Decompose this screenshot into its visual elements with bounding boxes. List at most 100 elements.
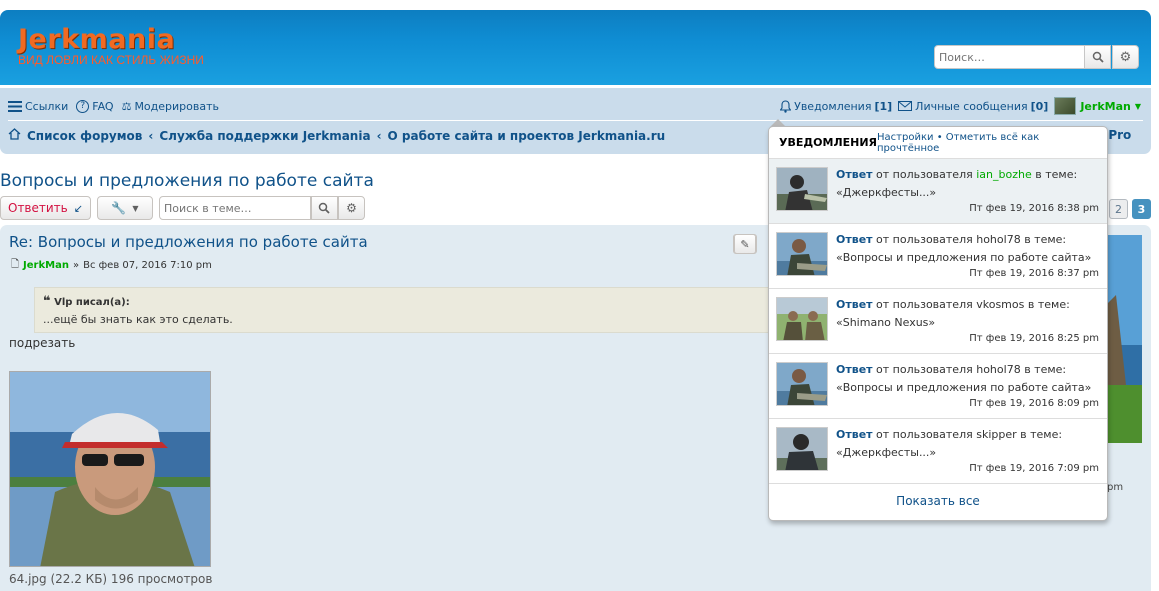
edit-button[interactable]: ✎ (733, 234, 757, 254)
links-label: Ссылки (25, 99, 69, 113)
topic-search-button[interactable] (310, 196, 338, 220)
notification-from: от пользователя (876, 298, 973, 311)
notification-item[interactable]: Ответ от пользователя hohol78 в теме: «В… (769, 354, 1107, 419)
notification-text: Ответ от пользователя skipper в теме: «Д… (836, 426, 1102, 462)
pencil-icon: ✎ (734, 234, 756, 254)
breadcrumb: Список форумов ‹ Служба поддержки Jerkma… (8, 128, 665, 143)
quote-cite: ❝ Vlp писал(а): (43, 294, 765, 309)
notification-topic: «Вопросы и предложения по работе сайта» (836, 381, 1092, 394)
page-link[interactable]: 2 (1109, 199, 1128, 219)
messages-count: [0] (1030, 99, 1049, 113)
gear-icon: ⚙ (346, 201, 357, 215)
post-author[interactable]: JerkMan (23, 260, 69, 271)
header-advanced-search-button[interactable]: ⚙ (1112, 45, 1139, 69)
reply-arrow-icon: ↙ (73, 201, 83, 215)
links-menu[interactable]: Ссылки (8, 100, 68, 113)
reply-label: Ответить (8, 201, 68, 215)
notification-time: Пт фев 19, 2016 8:37 pm (969, 268, 1099, 279)
notifications-dropdown: УВЕДОМЛЕНИЯ Настройки • Отметить всё как… (768, 126, 1108, 521)
page-title[interactable]: Вопросы и предложения по работе сайта (0, 171, 374, 191)
bell-icon (780, 99, 792, 113)
caret-down-icon: ▼ (132, 203, 139, 213)
header-search-button[interactable] (1084, 45, 1111, 69)
header-search-input[interactable] (934, 45, 1085, 69)
notification-kind: Ответ (836, 428, 873, 441)
notifications-toggle[interactable]: Уведомления [1] (780, 100, 892, 113)
notification-settings-link[interactable]: Настройки (877, 132, 933, 143)
faq-link[interactable]: ? FAQ (76, 99, 114, 113)
notification-user[interactable]: skipper (976, 428, 1016, 441)
breadcrumb-site-work[interactable]: О работе сайта и проектов Jerkmania.ru (388, 129, 666, 143)
notification-in: в теме: (1035, 168, 1078, 181)
notification-text: Ответ от пользователя ian_bozhe в теме: … (836, 166, 1102, 202)
topic-advanced-search-button[interactable]: ⚙ (337, 196, 365, 220)
post-buttons: ✎ (733, 234, 757, 254)
action-bar: Ответить ↙ 🔧 ▼ ⚙ (0, 196, 365, 220)
avatar (1054, 97, 1077, 115)
quote-block: ❝ Vlp писал(а): ...ещё бы знать как это … (34, 287, 774, 333)
notifications-count: [1] (874, 99, 893, 113)
notification-user[interactable]: ian_bozhe (976, 168, 1032, 181)
notification-user[interactable]: vkosmos (976, 298, 1024, 311)
post-meta: 🗋 JerkMan » Вс фев 07, 2016 7:10 pm (11, 257, 212, 274)
messages-link[interactable]: Личные сообщения [0] (898, 100, 1048, 113)
breadcrumb-support[interactable]: Служба поддержки Jerkmania (159, 129, 370, 143)
site-logo[interactable]: Jerkmania ВИД ЛОВЛИ КАК СТИЛЬ ЖИЗНИ (18, 24, 204, 68)
notifications-header: УВЕДОМЛЕНИЯ Настройки • Отметить всё как… (769, 127, 1107, 159)
attachment-caption: 64.jpg (22.2 КБ) 196 просмотров (9, 572, 213, 586)
notification-item[interactable]: Ответ от пользователя skipper в теме: «Д… (769, 419, 1107, 484)
notification-item[interactable]: Ответ от пользователя ian_bozhe в теме: … (769, 159, 1107, 224)
notification-topic: «Вопросы и предложения по работе сайта» (836, 251, 1092, 264)
pagination: 2 3 (1109, 199, 1151, 219)
user-profile-menu[interactable]: JerkMan ▼ (1054, 97, 1141, 115)
notification-item[interactable]: Ответ от пользователя hohol78 в теме: «В… (769, 224, 1107, 289)
notification-item[interactable]: Ответ от пользователя vkosmos в теме: «S… (769, 289, 1107, 354)
topic-search-input[interactable] (158, 196, 311, 220)
notification-user[interactable]: hohol78 (976, 233, 1020, 246)
side-time: pm (1107, 482, 1124, 493)
home-icon (8, 128, 21, 143)
logo-tagline: ВИД ЛОВЛИ КАК СТИЛЬ ЖИЗНИ (18, 53, 204, 67)
notification-avatar (776, 297, 828, 341)
faq-label: FAQ (92, 99, 114, 113)
notification-user[interactable]: hohol78 (976, 363, 1020, 376)
notification-from: от пользователя (876, 233, 973, 246)
notification-kind: Ответ (836, 363, 873, 376)
notification-kind: Ответ (836, 233, 873, 246)
question-icon: ? (76, 99, 90, 113)
breadcrumb-separator: ‹ (376, 128, 382, 143)
show-all-notifications-link[interactable]: Показать все (769, 484, 1107, 518)
notification-in: в теме: (1020, 428, 1063, 441)
notifications-title: УВЕДОМЛЕНИЯ (779, 136, 878, 149)
site-header: Jerkmania ВИД ЛОВЛИ КАК СТИЛЬ ЖИЗНИ ⚙ (0, 10, 1151, 85)
topic-tools-button[interactable]: 🔧 ▼ (96, 196, 153, 220)
notification-in: в теме: (1027, 298, 1070, 311)
attachment-image[interactable] (9, 371, 211, 567)
notification-from: от пользователя (876, 428, 973, 441)
post-body: подрезать (9, 336, 76, 350)
topic-search: ⚙ (158, 196, 365, 220)
hamburger-icon (8, 100, 22, 112)
breadcrumb-forum-index[interactable]: Список форумов (27, 129, 142, 143)
quote-text: ...ещё бы знать как это сделать. (43, 313, 233, 326)
post-title[interactable]: Re: Вопросы и предложения по работе сайт… (9, 233, 368, 251)
search-icon (1092, 51, 1104, 63)
caret-down-icon: ▼ (1134, 101, 1141, 111)
user-menu: Уведомления [1] Личные сообщения [0] Jer… (780, 97, 1141, 115)
notifications-label: Уведомления (794, 99, 872, 113)
username: JerkMan (1080, 99, 1131, 113)
gear-icon: ⚙ (1119, 49, 1132, 65)
reply-button[interactable]: Ответить ↙ (0, 196, 91, 220)
notification-topic: «Джеркфесты...» (836, 186, 937, 199)
notification-avatar (776, 362, 828, 406)
notification-avatar (776, 232, 828, 276)
notification-topic: «Shimano Nexus» (836, 316, 936, 329)
notification-in: в теме: (1024, 363, 1067, 376)
moderate-link[interactable]: ⚖ Модерировать (122, 100, 219, 113)
nav-divider (8, 120, 1143, 121)
notification-kind: Ответ (836, 168, 873, 181)
notification-in: в теме: (1024, 233, 1067, 246)
header-search: ⚙ (934, 45, 1139, 69)
logo-text: Jerkmania (18, 24, 176, 55)
current-page: 3 (1132, 199, 1151, 219)
